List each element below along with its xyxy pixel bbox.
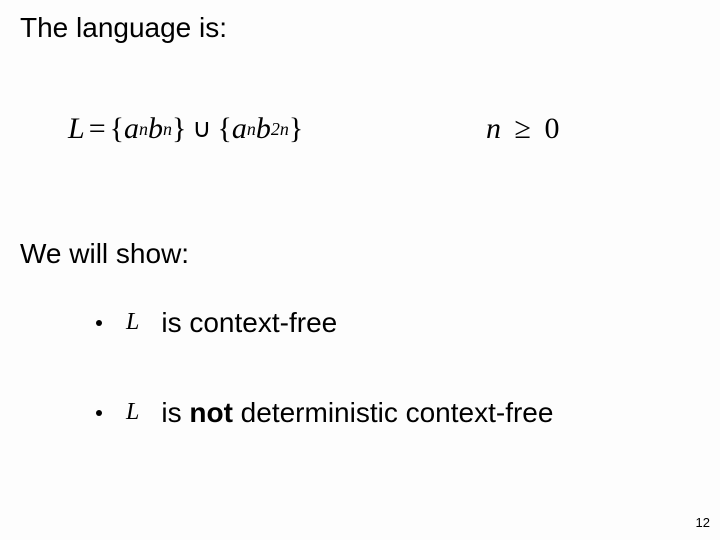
bullet-2-pre: is: [161, 397, 189, 428]
bullet-text-1: is context-free: [161, 309, 337, 337]
sup-n-1: n: [139, 119, 148, 140]
var-a-2: a: [232, 112, 247, 146]
heading-we-will-show: We will show:: [20, 238, 189, 270]
page-number: 12: [696, 515, 710, 530]
right-brace-1: }: [172, 112, 186, 146]
cond-var-n: n: [486, 112, 501, 145]
bullet-2-post: deterministic context-free: [233, 397, 554, 428]
bullet-dot-icon: [96, 320, 102, 326]
formula-condition: n ≥ 0: [480, 110, 565, 148]
bullet-dot-icon: [96, 410, 102, 416]
cond-zero: 0: [544, 112, 559, 145]
formula-left: L = { anbn } ∪ { anb2n }: [64, 110, 307, 148]
bullet-context-free: L is context-free: [96, 308, 337, 337]
var-L-bullet-1: L: [122, 308, 143, 337]
equals-sign: =: [85, 112, 110, 146]
ge-sign: ≥: [509, 112, 537, 145]
var-b-2: b: [256, 112, 271, 146]
sup-n-3: n: [247, 119, 256, 140]
left-brace-2: {: [217, 112, 231, 146]
right-brace-2: }: [289, 112, 303, 146]
sup-2n: 2n: [271, 119, 289, 140]
formula-language-definition: L = { anbn } ∪ { anb2n }: [64, 110, 307, 148]
heading-language-is: The language is:: [20, 12, 227, 44]
var-L: L: [68, 112, 85, 146]
bullet-2-bold-not: not: [189, 397, 233, 428]
left-brace-1: {: [110, 112, 124, 146]
sup-n-2: n: [163, 119, 172, 140]
union-symbol: ∪: [186, 114, 217, 144]
bullet-not-deterministic: L is not deterministic context-free: [96, 398, 553, 427]
bullet-text-2: is not deterministic context-free: [161, 399, 553, 427]
var-L-bullet-2: L: [122, 398, 143, 427]
var-b-1: b: [148, 112, 163, 146]
var-a-1: a: [124, 112, 139, 146]
